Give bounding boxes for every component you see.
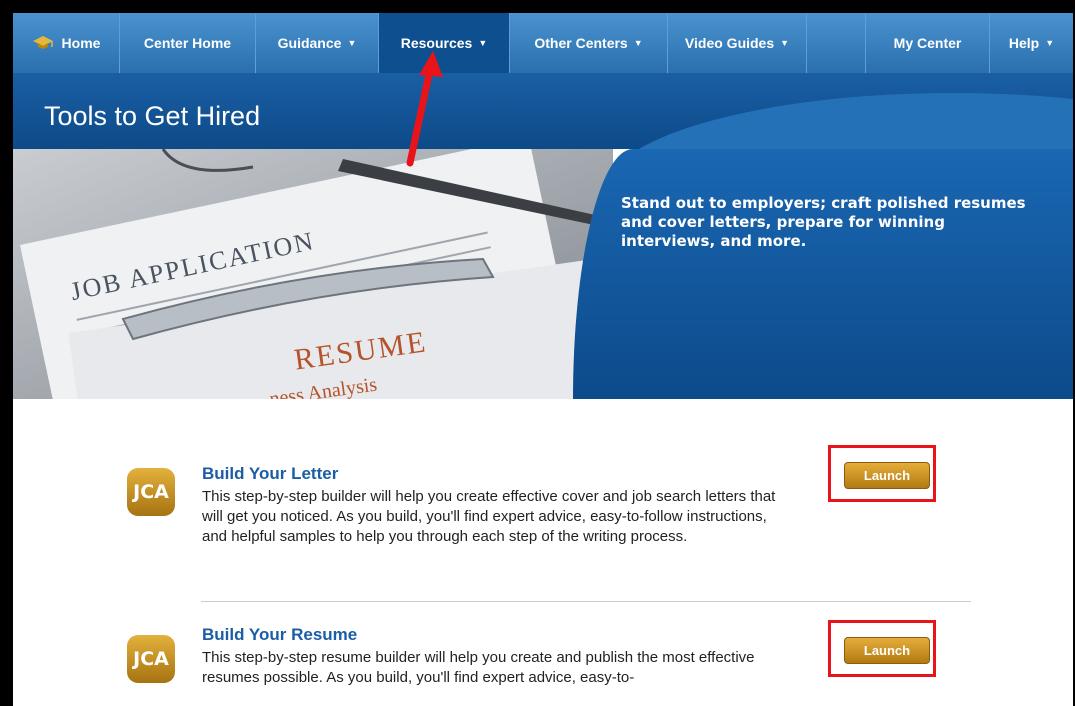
nav-help[interactable]: Help ▼ xyxy=(990,13,1073,73)
nav-my-center-label: My Center xyxy=(893,35,962,51)
caret-down-icon: ▼ xyxy=(633,38,643,48)
mortarboard-icon xyxy=(32,34,54,53)
tool-description: This step-by-step resume builder will he… xyxy=(202,649,755,686)
nav-video-guides-label: Video Guides xyxy=(684,35,775,51)
caret-down-icon: ▼ xyxy=(478,38,488,48)
nav-other-centers[interactable]: Other Centers ▼ xyxy=(510,13,668,73)
hero-banner: JOB APPLICATION RESUME ness Analysis Sta… xyxy=(13,149,1073,399)
page-frame: Home Center Home Guidance ▼ Resources ▼ … xyxy=(13,13,1073,706)
nav-help-label: Help xyxy=(1008,35,1040,51)
divider xyxy=(201,601,971,602)
nav-my-center[interactable]: My Center xyxy=(866,13,990,73)
top-nav: Home Center Home Guidance ▼ Resources ▼ … xyxy=(13,13,1073,73)
hero-tagline: Stand out to employers; craft polished r… xyxy=(621,194,1026,250)
tool-description: This step-by-step builder will help you … xyxy=(202,488,776,545)
nav-spacer xyxy=(807,13,866,73)
launch-button[interactable]: Launch xyxy=(844,462,930,489)
caret-down-icon: ▼ xyxy=(780,38,790,48)
caret-down-icon: ▼ xyxy=(347,38,357,48)
nav-center-home-label: Center Home xyxy=(143,35,232,51)
nav-video-guides[interactable]: Video Guides ▼ xyxy=(668,13,807,73)
nav-guidance-label: Guidance xyxy=(277,35,342,51)
jca-logo-icon: JCA xyxy=(127,635,175,683)
nav-home[interactable]: Home xyxy=(13,13,120,73)
job-application-image: JOB APPLICATION RESUME ness Analysis xyxy=(13,149,613,399)
title-swoosh xyxy=(603,93,1073,149)
tool-title[interactable]: Build Your Resume xyxy=(202,625,357,645)
nav-home-label: Home xyxy=(61,35,101,51)
launch-button[interactable]: Launch xyxy=(844,637,930,664)
title-bar: Tools to Get Hired xyxy=(13,73,1073,149)
launch-highlight: Launch xyxy=(828,620,936,677)
tool-title[interactable]: Build Your Letter xyxy=(202,464,338,484)
caret-down-icon: ▼ xyxy=(1045,38,1055,48)
hero-panel xyxy=(573,149,1073,399)
nav-guidance[interactable]: Guidance ▼ xyxy=(256,13,379,73)
launch-highlight: Launch xyxy=(828,445,936,502)
page-title: Tools to Get Hired xyxy=(44,101,261,131)
nav-resources[interactable]: Resources ▼ xyxy=(379,13,510,73)
nav-resources-label: Resources xyxy=(400,35,473,51)
nav-center-home[interactable]: Center Home xyxy=(120,13,256,73)
nav-other-centers-label: Other Centers xyxy=(534,35,628,51)
jca-logo-icon: JCA xyxy=(127,468,175,516)
